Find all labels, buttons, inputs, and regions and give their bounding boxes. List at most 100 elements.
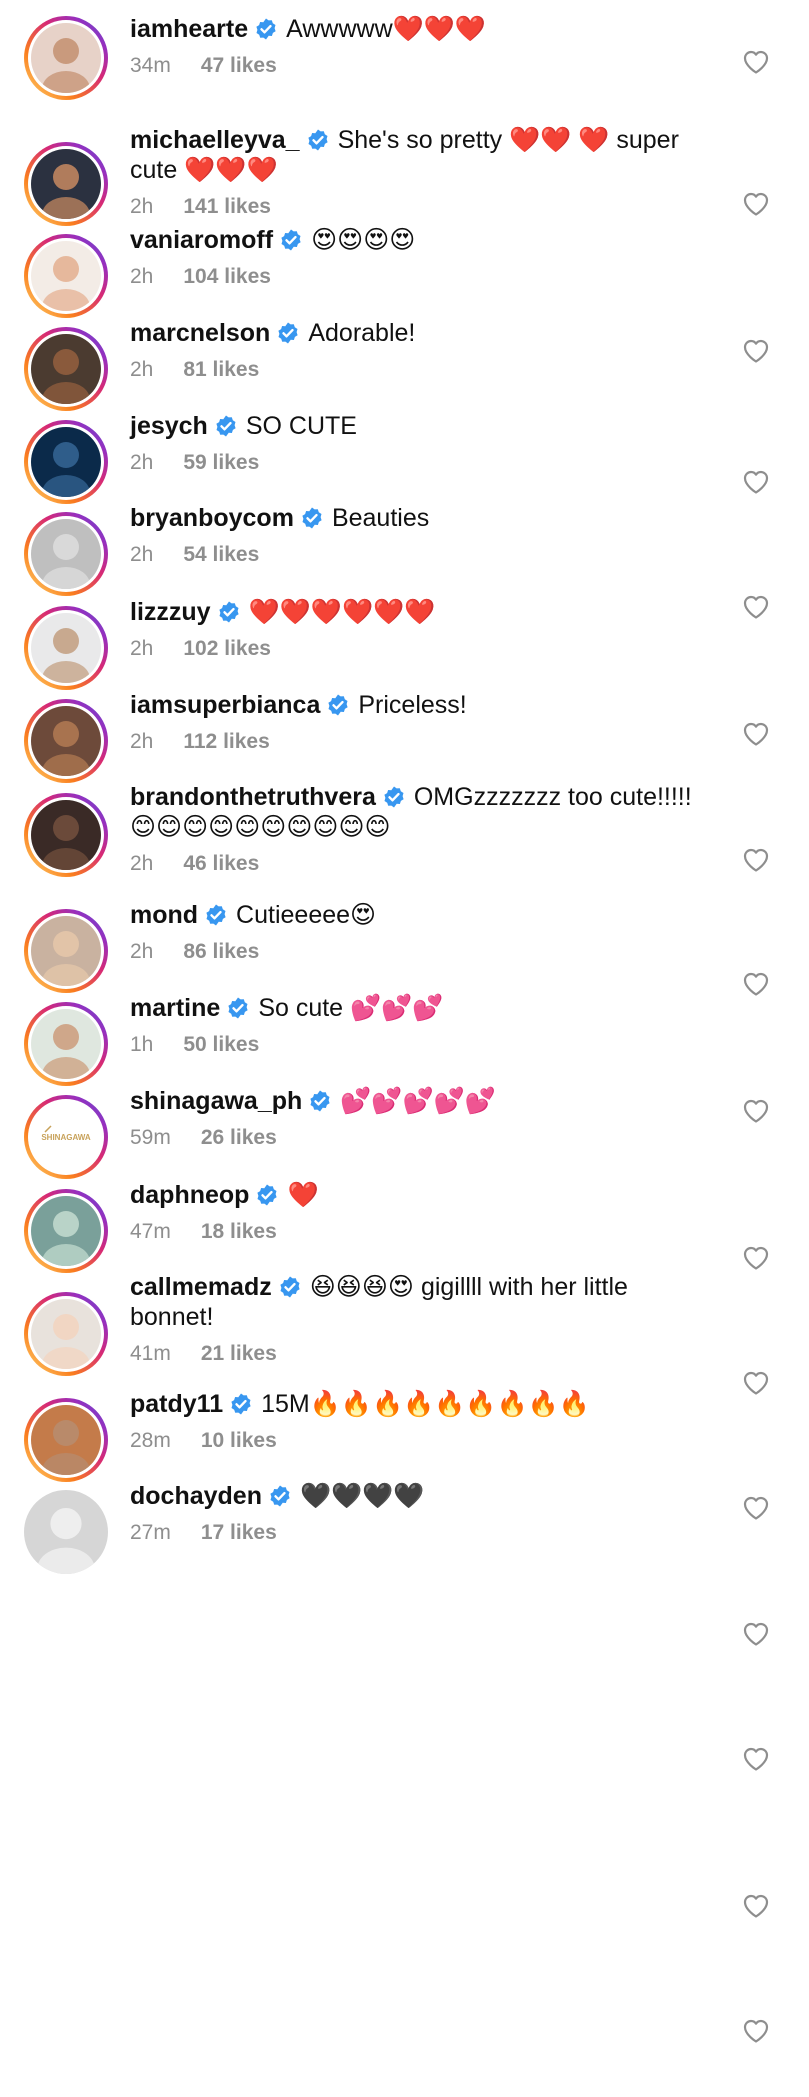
- avatar[interactable]: [24, 234, 108, 318]
- likes-count-button[interactable]: 102 likes: [183, 637, 271, 660]
- verified-badge-icon: [204, 903, 228, 927]
- likes-count-button[interactable]: 47 likes: [201, 54, 277, 77]
- likes-count-button[interactable]: 86 likes: [183, 940, 259, 963]
- likes-count-button[interactable]: 104 likes: [183, 265, 271, 288]
- heart-outline-icon[interactable]: [742, 1244, 770, 1272]
- username-link[interactable]: callmemadz: [130, 1273, 272, 1301]
- likes-count-button[interactable]: 81 likes: [183, 358, 259, 381]
- avatar[interactable]: [24, 1490, 108, 1574]
- avatar[interactable]: [24, 420, 108, 504]
- avatar[interactable]: [24, 1002, 108, 1086]
- avatar[interactable]: [24, 327, 108, 411]
- comment-line: lizzzuy ❤️❤️❤️❤️❤️❤️: [130, 597, 710, 627]
- heart-outline-icon[interactable]: [742, 1620, 770, 1648]
- heart-outline-icon[interactable]: [742, 593, 770, 621]
- likes-count-button[interactable]: 112 likes: [183, 730, 269, 753]
- avatar[interactable]: [24, 142, 108, 226]
- avatar[interactable]: [24, 16, 108, 100]
- comment-meta: 2h 102 likes: [130, 637, 710, 661]
- likes-count-button[interactable]: 50 likes: [183, 1033, 259, 1056]
- avatar-image: [31, 241, 101, 311]
- comment-timestamp: 2h: [130, 195, 154, 218]
- likes-count-button[interactable]: 46 likes: [183, 852, 259, 875]
- verified-badge-icon: [217, 600, 241, 624]
- heart-outline-icon[interactable]: [742, 970, 770, 998]
- verified-badge-icon: [382, 785, 406, 809]
- comment-meta: 1h 50 likes: [130, 1033, 710, 1057]
- username-link[interactable]: brandonthetruthvera: [130, 783, 376, 811]
- comment-line: patdy11 15M🔥🔥🔥🔥🔥🔥🔥🔥🔥: [130, 1389, 710, 1419]
- avatar-image: [31, 916, 101, 986]
- comment-line: brandonthetruthvera OMGzzzzzzz too cute!!…: [130, 782, 710, 842]
- comment-line: vaniaromoff 😍😍😍😍: [130, 225, 710, 255]
- avatar[interactable]: SHINAGAWA: [24, 1095, 108, 1179]
- username-link[interactable]: shinagawa_ph: [130, 1087, 302, 1115]
- verified-badge-icon: [306, 128, 330, 152]
- username-link[interactable]: jesych: [130, 412, 208, 440]
- verified-badge-icon: [276, 321, 300, 345]
- likes-count-button[interactable]: 17 likes: [201, 1521, 277, 1544]
- avatar[interactable]: [24, 909, 108, 993]
- heart-outline-icon[interactable]: [742, 48, 770, 76]
- comment-meta: 34m 47 likes: [130, 54, 710, 78]
- verified-badge-icon: [226, 996, 250, 1020]
- likes-count-button[interactable]: 54 likes: [183, 543, 259, 566]
- username-link[interactable]: marcnelson: [130, 319, 270, 347]
- avatar[interactable]: [24, 606, 108, 690]
- likes-count-button[interactable]: 10 likes: [201, 1429, 277, 1452]
- username-link[interactable]: vaniaromoff: [130, 226, 273, 254]
- username-link[interactable]: bryanboycom: [130, 504, 294, 532]
- avatar[interactable]: [24, 1189, 108, 1273]
- svg-text:SHINAGAWA: SHINAGAWA: [41, 1133, 91, 1142]
- comment-body: shinagawa_ph 💕💕💕💕💕 59m 26 likes: [130, 1086, 710, 1150]
- heart-outline-icon[interactable]: [742, 1892, 770, 1920]
- likes-count-button[interactable]: 21 likes: [201, 1342, 277, 1365]
- avatar[interactable]: [24, 1292, 108, 1376]
- heart-outline-icon[interactable]: [742, 720, 770, 748]
- username-link[interactable]: martine: [130, 994, 220, 1022]
- heart-outline-icon[interactable]: [742, 2017, 770, 2045]
- avatar[interactable]: [24, 699, 108, 783]
- likes-count-button[interactable]: 18 likes: [201, 1220, 277, 1243]
- comment-timestamp: 47m: [130, 1220, 171, 1243]
- heart-outline-icon[interactable]: [742, 468, 770, 496]
- username-link[interactable]: iamhearte: [130, 15, 248, 43]
- heart-outline-icon[interactable]: [742, 337, 770, 365]
- comment-line: jesych SO CUTE: [130, 411, 710, 441]
- comment-line: michaelleyva_ She's so pretty ❤️❤️ ❤️ sup…: [130, 125, 710, 185]
- heart-outline-icon[interactable]: [742, 1097, 770, 1125]
- comment-body: dochayden 🖤🖤🖤🖤 27m 17 likes: [130, 1481, 710, 1545]
- comment-meta: 41m 21 likes: [130, 1342, 710, 1366]
- username-link[interactable]: patdy11: [130, 1390, 223, 1418]
- comments-list: iamhearte Awwwww❤️❤️❤️ 34m 47 likes michaell…: [0, 0, 809, 2097]
- comment-body: michaelleyva_ She's so pretty ❤️❤️ ❤️ sup…: [130, 125, 710, 219]
- comment-body: lizzzuy ❤️❤️❤️❤️❤️❤️ 2h 102 likes: [130, 597, 710, 661]
- comment-text: 🖤🖤🖤🖤: [299, 1482, 425, 1510]
- avatar[interactable]: [24, 1398, 108, 1482]
- comment-meta: 47m 18 likes: [130, 1220, 710, 1244]
- username-link[interactable]: iamsuperbianca: [130, 691, 320, 719]
- avatar[interactable]: [24, 512, 108, 596]
- comment-text: Priceless!: [358, 691, 467, 719]
- heart-outline-icon[interactable]: [742, 1745, 770, 1773]
- likes-count-button[interactable]: 26 likes: [201, 1126, 277, 1149]
- username-link[interactable]: mond: [130, 901, 198, 929]
- comment-meta: 28m 10 likes: [130, 1429, 710, 1453]
- heart-outline-icon[interactable]: [742, 1369, 770, 1397]
- username-link[interactable]: lizzzuy: [130, 598, 211, 626]
- heart-outline-icon[interactable]: [742, 190, 770, 218]
- comment-body: vaniaromoff 😍😍😍😍 2h 104 likes: [130, 225, 710, 289]
- username-link[interactable]: daphneop: [130, 1181, 249, 1209]
- avatar-image: [31, 149, 101, 219]
- comment-timestamp: 2h: [130, 940, 154, 963]
- heart-outline-icon[interactable]: [742, 1494, 770, 1522]
- comment-line: marcnelson Adorable!: [130, 318, 710, 348]
- likes-count-button[interactable]: 141 likes: [183, 195, 271, 218]
- verified-badge-icon: [326, 693, 350, 717]
- likes-count-button[interactable]: 59 likes: [183, 451, 259, 474]
- avatar[interactable]: [24, 793, 108, 877]
- heart-outline-icon[interactable]: [742, 846, 770, 874]
- username-link[interactable]: michaelleyva_: [130, 126, 300, 154]
- username-link[interactable]: dochayden: [130, 1482, 262, 1510]
- comment-line: mond Cutieeeee😍: [130, 900, 710, 930]
